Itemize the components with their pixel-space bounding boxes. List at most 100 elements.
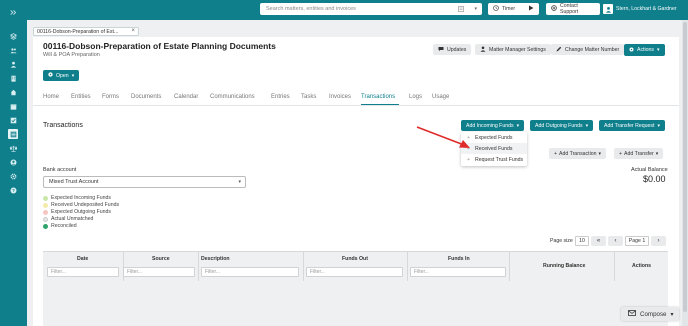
bank-account-value: Mixed Trust Account [49, 179, 99, 185]
legend-label: Actual Unmatched [51, 216, 94, 222]
tab-communications[interactable]: Communications [210, 94, 255, 100]
sidebar: ? [0, 0, 27, 326]
home-icon[interactable] [8, 87, 18, 97]
column-header-running-balance: Running Balance [543, 263, 586, 269]
menu-item-request-trust-funds[interactable]: + Request Trust Funds [461, 154, 527, 165]
next-page-button[interactable]: › [651, 236, 666, 246]
user-name: Stern, Lockhart & Gardner [616, 6, 677, 12]
matter-manager-settings-label: Matter Manager Settings [489, 46, 546, 53]
column-divider [509, 252, 510, 281]
legend-dot [43, 216, 48, 222]
tab-transactions[interactable]: Transactions [361, 94, 395, 100]
funds-out-filter-input[interactable]: Filter... [306, 267, 403, 277]
tab-invoices[interactable]: Invoices [329, 94, 351, 100]
description-filter-input[interactable]: Filter... [201, 267, 299, 277]
chevron-down-icon: ▾ [598, 150, 602, 157]
column-header-source[interactable]: Source [152, 256, 170, 262]
add-outgoing-funds-button[interactable]: Add Outgoing Funds ▾ [530, 120, 594, 131]
tab-documents[interactable]: Documents [131, 94, 161, 100]
column-divider [303, 252, 304, 281]
scale-icon[interactable] [8, 143, 18, 153]
avatar [603, 4, 613, 14]
tab-usage[interactable]: Usage [432, 94, 449, 100]
legend-item: Actual Unmatched [43, 216, 93, 222]
double-chevron-left-icon: « [596, 238, 601, 244]
tab-logs[interactable]: Logs [409, 94, 422, 100]
chevron-down-icon: ▾ [657, 47, 660, 53]
section-title: Transactions [43, 122, 83, 129]
status-dropdown[interactable]: Open ▾ [43, 70, 80, 81]
building-icon[interactable] [8, 73, 18, 83]
timer-button[interactable]: Timer [488, 3, 539, 15]
expand-chevrons-icon[interactable] [8, 7, 18, 17]
chevron-right-icon: › [657, 238, 660, 244]
tab-calendar[interactable]: Calendar [174, 94, 198, 100]
matter-manager-settings-button[interactable]: Matter Manager Settings [475, 44, 551, 55]
chevron-down-icon[interactable]: ▾ [474, 6, 477, 12]
compose-button[interactable]: Compose ▾ [621, 307, 679, 321]
mail-icon [628, 310, 636, 318]
global-search[interactable]: ▾ [260, 3, 482, 15]
calendar-icon[interactable] [8, 101, 18, 111]
gear-icon[interactable] [8, 171, 18, 181]
tab-home[interactable]: Home [43, 94, 59, 100]
actions-button[interactable]: Actions ▾ [624, 44, 665, 56]
layers-icon[interactable] [8, 31, 18, 41]
tab-entries[interactable]: Entries [271, 94, 290, 100]
annotation-arrow [416, 126, 470, 148]
date-filter-input[interactable]: Filter... [47, 267, 119, 277]
edit-icon [556, 46, 562, 54]
svg-text:?: ? [12, 188, 15, 193]
actions-label: Actions [637, 47, 655, 53]
page-indicator: Page 1 [625, 236, 649, 246]
user-menu[interactable]: Stern, Lockhart & Gardner [603, 3, 677, 15]
tab-tasks[interactable]: Tasks [301, 94, 316, 100]
updates-button[interactable]: Updates [433, 44, 472, 55]
add-transfer-request-label: Add Transfer Request [604, 122, 655, 129]
account-circle-icon[interactable] [8, 157, 18, 167]
first-page-button[interactable]: « [591, 236, 606, 246]
change-matter-number-button[interactable]: Change Matter Number [551, 44, 625, 55]
tab-entities[interactable]: Entities [71, 94, 91, 100]
legend-label: Expected Outgoing Funds [51, 209, 111, 215]
chevron-down-icon: ▾ [516, 122, 520, 129]
column-header-actions: Actions [632, 263, 652, 269]
open-matter-tab[interactable]: 00116-Dobson-Preparation of Est... × [33, 27, 139, 36]
users-icon[interactable] [8, 45, 18, 55]
menu-item-label: Request Trust Funds [475, 156, 524, 163]
column-header-funds-out[interactable]: Funds Out [342, 256, 368, 262]
bank-account-select[interactable]: Mixed Trust Account ▾ [43, 176, 246, 188]
add-transfer-button[interactable]: + Add Transfer ▾ [614, 148, 664, 159]
change-matter-number-label: Change Matter Number [565, 46, 620, 53]
active-tab-indicator [361, 104, 399, 105]
add-transfer-request-button[interactable]: Add Transfer Request ▾ [599, 120, 666, 131]
column-header-description[interactable]: Description [201, 256, 230, 262]
page-size-input[interactable]: 10 [575, 236, 589, 246]
ledger-icon[interactable] [8, 129, 18, 139]
funds-in-filter-input[interactable]: Filter... [410, 267, 506, 277]
close-icon[interactable]: × [131, 28, 135, 34]
search-input[interactable] [266, 6, 446, 12]
checklist-icon[interactable] [8, 115, 18, 125]
prev-page-button[interactable]: ‹ [608, 236, 623, 246]
chevron-down-icon: ▾ [657, 122, 661, 129]
filter-icon[interactable] [458, 6, 464, 12]
user-icon [480, 46, 486, 54]
tab-forms[interactable]: Forms [102, 94, 119, 100]
contact-support-button[interactable]: Contact Support [546, 3, 600, 15]
chat-icon [438, 46, 444, 54]
menu-item-label: Received Funds [475, 145, 513, 152]
support-icon [551, 5, 557, 13]
add-transaction-button[interactable]: + Add Transaction ▾ [549, 148, 607, 159]
legend-label: Reconciled [51, 223, 77, 229]
help-icon[interactable]: ? [8, 185, 18, 195]
column-header-date[interactable]: Date [77, 256, 88, 262]
legend-dot [43, 202, 48, 208]
scrollbar-thumb[interactable] [683, 22, 687, 312]
column-header-funds-in[interactable]: Funds In [448, 256, 470, 262]
legend-item: Expected Incoming Funds [43, 195, 111, 201]
contact-support-label: Contact Support [560, 3, 579, 15]
source-filter-input[interactable]: Filter... [123, 267, 195, 277]
play-icon[interactable] [528, 5, 534, 13]
user-icon[interactable] [8, 59, 18, 69]
